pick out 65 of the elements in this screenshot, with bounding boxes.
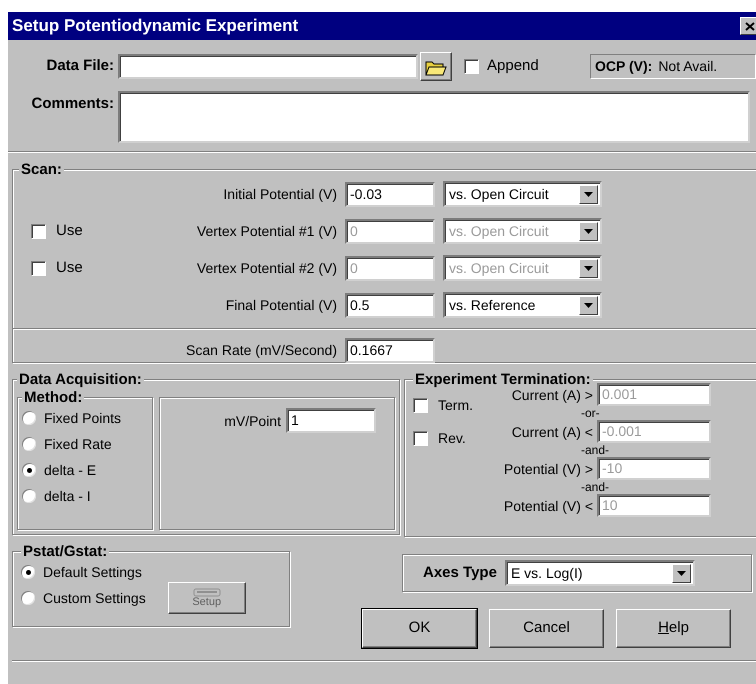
- checkbox[interactable]: [413, 431, 428, 446]
- group-title: Method:: [22, 390, 84, 405]
- radio-label: Default Settings: [43, 562, 142, 582]
- comments-field[interactable]: [118, 91, 750, 143]
- dialog-button[interactable]: OK: [362, 609, 477, 648]
- ocp-value: Not Avail.: [658, 57, 718, 76]
- checkbox-label: Use: [56, 220, 83, 241]
- dropdown-arrow-icon: [584, 228, 593, 234]
- dropdown-arrow-icon: [584, 302, 593, 308]
- ocp-label: OCP (V):: [595, 57, 652, 76]
- field-label: Vertex Potential #2 (V): [196, 258, 337, 278]
- field-label: Potential (V) >: [504, 462, 593, 476]
- input-field[interactable]: 1: [286, 408, 376, 433]
- field-label: Final Potential (V): [224, 296, 337, 315]
- browse-button[interactable]: [420, 52, 452, 81]
- connector-label: -and-: [581, 480, 610, 494]
- dropdown[interactable]: vs. Reference: [443, 292, 602, 318]
- radio-button[interactable]: [21, 565, 35, 579]
- radio-button[interactable]: [21, 591, 35, 605]
- radio-button[interactable]: [22, 463, 36, 477]
- connector-label: -and-: [581, 443, 610, 457]
- device-icon: [192, 588, 221, 597]
- radio-label: delta - E: [44, 460, 96, 480]
- field-label: Data File:: [45, 56, 114, 76]
- dropdown[interactable]: E vs. Log(I): [504, 560, 695, 586]
- radio-button[interactable]: [22, 411, 36, 425]
- group-title: Scan:: [19, 162, 64, 177]
- input-field[interactable]: 0.1667: [345, 338, 435, 363]
- dropdown-arrow-icon: [584, 266, 593, 270]
- group-title: Data Acquisition:: [17, 372, 144, 387]
- field-label: Potential (V) <: [504, 498, 593, 512]
- close-icon: [745, 22, 755, 30]
- dialog-button[interactable]: Cancel: [489, 609, 604, 648]
- field-label: Comments:: [30, 94, 114, 114]
- field-label: Initial Potential (V): [222, 184, 337, 204]
- connector-label: -or-: [581, 406, 600, 420]
- radio-label: Fixed Rate: [44, 434, 112, 454]
- checkbox-label: Term.: [438, 396, 473, 415]
- checkbox-label: Use: [56, 258, 83, 278]
- checkbox[interactable]: [413, 398, 428, 413]
- dropdown-arrow-icon: [676, 570, 686, 576]
- checkbox[interactable]: [464, 59, 479, 74]
- dropdown[interactable]: vs. Open Circuit: [443, 181, 602, 207]
- group-title: Pstat/Gstat:: [21, 544, 110, 559]
- field-label: mV/Point: [224, 412, 281, 431]
- radio-button[interactable]: [22, 489, 36, 503]
- dialog-button[interactable]: Help: [616, 609, 731, 648]
- radio-label: Fixed Points: [44, 408, 122, 428]
- checkbox-label: Rev.: [438, 429, 466, 448]
- group-title: Experiment Termination:: [413, 372, 593, 387]
- radio-label: delta - I: [44, 486, 91, 506]
- input-field[interactable]: 0.5: [345, 292, 435, 318]
- window-title: Setup Potentiodynamic Experiment: [12, 15, 298, 38]
- radio-label: Custom Settings: [43, 588, 146, 608]
- close-button[interactable]: [740, 17, 756, 35]
- field-label: Axes Type: [423, 562, 497, 583]
- dropdown-arrow-icon: [584, 192, 593, 196]
- input-field[interactable]: -0.03: [345, 182, 435, 206]
- field-label: Scan Rate (mV/Second): [185, 341, 337, 360]
- input-field[interactable]: [118, 54, 418, 79]
- field-label: Current (A) >: [512, 388, 593, 402]
- field-label: Current (A) <: [512, 424, 593, 438]
- checkbox-label: Append: [487, 56, 539, 76]
- field-label: Vertex Potential #1 (V): [196, 222, 337, 241]
- radio-button[interactable]: [22, 437, 36, 451]
